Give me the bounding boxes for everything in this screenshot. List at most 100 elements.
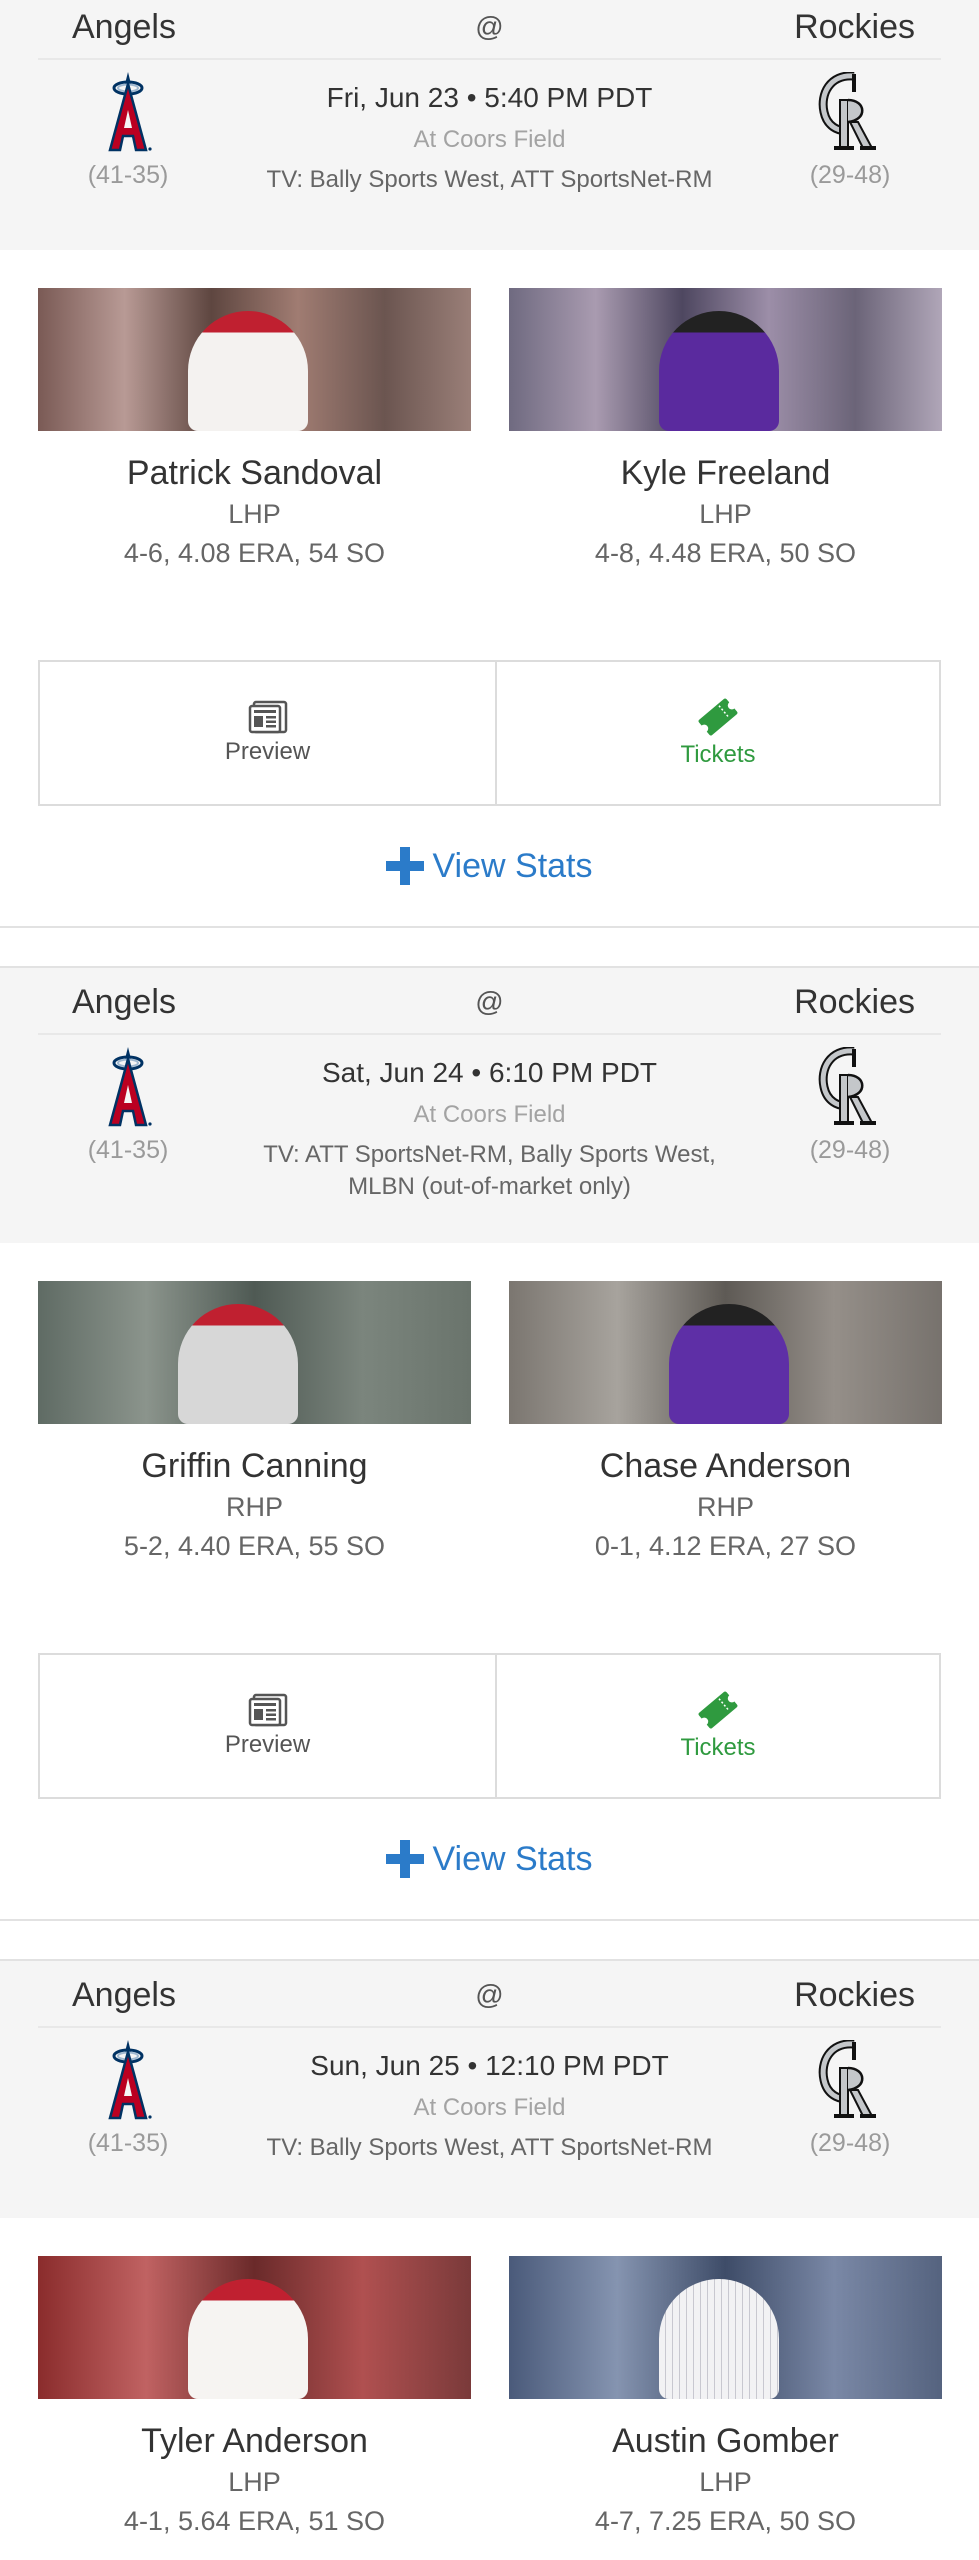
pitcher-position: LHP — [699, 499, 752, 529]
game-datetime: Sun, Jun 25 • 12:10 PM PDT — [310, 2050, 669, 2081]
home-pitcher[interactable]: Austin Gomber LHP 4-7, 7.25 ERA, 50 SO — [509, 2256, 942, 2538]
tv-broadcast-text: TV: ATT SportsNet-RM, Bally Sports West, — [263, 1141, 716, 1168]
pitcher-name[interactable]: Austin Gomber — [509, 2421, 942, 2461]
pitcher-position: LHP — [699, 2467, 752, 2497]
home-team-block[interactable]: (29-48) — [775, 1047, 925, 1165]
rockies-logo-icon — [818, 2040, 876, 2118]
game-header: Angels @ Rockies (41-35) (29-48) Sat, Ju… — [0, 966, 979, 1243]
away-pitcher-photo[interactable] — [38, 2256, 471, 2399]
game-body: Tyler Anderson LHP 4-1, 5.64 ERA, 51 SO … — [0, 2218, 979, 2538]
pitcher-stats: 4-1, 5.64 ERA, 51 SO — [123, 2506, 386, 2536]
away-pitcher-photo[interactable] — [38, 1281, 471, 1424]
preview-label: Preview — [224, 1731, 311, 1758]
angels-logo-icon — [108, 2040, 152, 2120]
away-pitcher[interactable]: Griffin Canning RHP 5-2, 4.40 ERA, 55 SO — [38, 1281, 471, 1563]
pitcher-position: LHP — [228, 499, 281, 529]
game-venue: At Coors Field — [413, 2094, 566, 2121]
angels-logo-icon — [108, 72, 152, 152]
newspaper-icon — [248, 1693, 287, 1727]
game-card: Angels @ Rockies (41-35) (29-48) Sat, Ju… — [0, 966, 979, 1959]
pitcher-stats: 5-2, 4.40 ERA, 55 SO — [123, 1531, 386, 1561]
view-stats-label: View Stats — [432, 1839, 593, 1878]
away-team-record: (41-35) — [87, 1136, 169, 1164]
view-stats-button[interactable]: View Stats — [0, 806, 979, 926]
pitcher-stats: 4-8, 4.48 ERA, 50 SO — [594, 538, 857, 568]
tickets-label: Tickets — [680, 1734, 756, 1761]
game-info: (41-35) (29-48) Sun, Jun 25 • 12:10 PM P… — [0, 2028, 979, 2218]
away-team-block[interactable]: (41-35) — [53, 1047, 203, 1165]
home-pitcher[interactable]: Chase Anderson RHP 0-1, 4.12 ERA, 27 SO — [509, 1281, 942, 1563]
rockies-logo-icon — [818, 1047, 876, 1125]
pitcher-name[interactable]: Kyle Freeland — [509, 453, 942, 493]
plus-icon — [386, 847, 425, 885]
newspaper-icon — [248, 700, 287, 734]
game-header: Angels @ Rockies (41-35) (29-48) Fri, Ju… — [0, 0, 979, 250]
home-team-record: (29-48) — [809, 2129, 891, 2157]
game-body: Griffin Canning RHP 5-2, 4.40 ERA, 55 SO… — [0, 1243, 979, 1959]
plus-icon — [386, 1840, 425, 1878]
game-card: Angels @ Rockies (41-35) (29-48) Fri, Ju… — [0, 0, 979, 966]
pitcher-name[interactable]: Chase Anderson — [509, 1446, 942, 1486]
matchup-row: Angels @ Rockies — [38, 968, 941, 1035]
view-stats-label: View Stats — [432, 846, 593, 885]
pitcher-position: RHP — [696, 1492, 754, 1522]
home-pitcher[interactable]: Kyle Freeland LHP 4-8, 4.48 ERA, 50 SO — [509, 288, 942, 570]
home-team-name[interactable]: Rockies — [794, 982, 915, 1022]
game-info: (41-35) (29-48) Fri, Jun 23 • 5:40 PM PD… — [0, 60, 979, 250]
home-team-block[interactable]: (29-48) — [775, 72, 925, 190]
away-team-block[interactable]: (41-35) — [53, 2040, 203, 2158]
home-team-record: (29-48) — [809, 161, 891, 189]
away-team-record: (41-35) — [87, 2129, 169, 2157]
game-actions: Preview Tickets — [38, 660, 941, 806]
probable-pitchers: Patrick Sandoval LHP 4-6, 4.08 ERA, 54 S… — [0, 288, 979, 570]
tv-broadcast-text: MLBN (out-of-market only) — [348, 1173, 631, 1200]
home-pitcher-photo[interactable] — [509, 2256, 942, 2399]
probable-pitchers: Tyler Anderson LHP 4-1, 5.64 ERA, 51 SO … — [0, 2256, 979, 2538]
tickets-button[interactable]: Tickets — [497, 1655, 939, 1797]
pitcher-name[interactable]: Griffin Canning — [38, 1446, 471, 1486]
home-team-record: (29-48) — [809, 1136, 891, 1164]
pitcher-name[interactable]: Patrick Sandoval — [38, 453, 471, 493]
game-header: Angels @ Rockies (41-35) (29-48) Sun, Ju… — [0, 1959, 979, 2218]
matchup-row: Angels @ Rockies — [38, 0, 941, 60]
ticket-icon — [698, 698, 738, 736]
game-venue: At Coors Field — [413, 126, 566, 153]
pitcher-name[interactable]: Tyler Anderson — [38, 2421, 471, 2461]
game-venue: At Coors Field — [413, 1101, 566, 1128]
home-team-name[interactable]: Rockies — [794, 1975, 915, 2015]
preview-button[interactable]: Preview — [40, 1655, 497, 1797]
preview-button[interactable]: Preview — [40, 662, 497, 804]
pitcher-position: LHP — [228, 2467, 281, 2497]
away-pitcher[interactable]: Tyler Anderson LHP 4-1, 5.64 ERA, 51 SO — [38, 2256, 471, 2538]
game-body: Patrick Sandoval LHP 4-6, 4.08 ERA, 54 S… — [0, 250, 979, 966]
home-pitcher-photo[interactable] — [509, 288, 942, 431]
away-team-record: (41-35) — [87, 161, 169, 189]
away-pitcher[interactable]: Patrick Sandoval LHP 4-6, 4.08 ERA, 54 S… — [38, 288, 471, 570]
tickets-label: Tickets — [680, 741, 756, 768]
game-card: Angels @ Rockies (41-35) (29-48) Sun, Ju… — [0, 1959, 979, 2538]
game-datetime: Sat, Jun 24 • 6:10 PM PDT — [321, 1057, 658, 1088]
away-team-block[interactable]: (41-35) — [53, 72, 203, 190]
game-gap — [0, 928, 979, 966]
home-pitcher-photo[interactable] — [509, 1281, 942, 1424]
pitcher-stats: 0-1, 4.12 ERA, 27 SO — [594, 1531, 857, 1561]
game-gap — [0, 1921, 979, 1959]
pitcher-stats: 4-7, 7.25 ERA, 50 SO — [594, 2506, 857, 2536]
game-actions: Preview Tickets — [38, 1653, 941, 1799]
game-list: Angels @ Rockies (41-35) (29-48) Fri, Ju… — [0, 0, 979, 2538]
matchup-row: Angels @ Rockies — [38, 1961, 941, 2028]
home-team-name[interactable]: Rockies — [794, 7, 915, 47]
ticket-icon — [698, 1691, 738, 1729]
tickets-button[interactable]: Tickets — [497, 662, 939, 804]
preview-label: Preview — [224, 738, 311, 765]
away-pitcher-photo[interactable] — [38, 288, 471, 431]
tv-broadcast-line: TV: ATT SportsNet-RM, Bally Sports West,… — [210, 1139, 770, 1203]
rockies-logo-icon — [818, 72, 876, 150]
angels-logo-icon — [108, 1047, 152, 1127]
pitcher-position: RHP — [225, 1492, 283, 1522]
game-info: (41-35) (29-48) Sat, Jun 24 • 6:10 PM PD… — [0, 1035, 979, 1243]
tv-broadcast-line: TV: Bally Sports West, ATT SportsNet-RM — [266, 2134, 713, 2161]
home-team-block[interactable]: (29-48) — [775, 2040, 925, 2158]
tv-broadcast-line: TV: Bally Sports West, ATT SportsNet-RM — [266, 166, 713, 193]
view-stats-button[interactable]: View Stats — [0, 1799, 979, 1919]
